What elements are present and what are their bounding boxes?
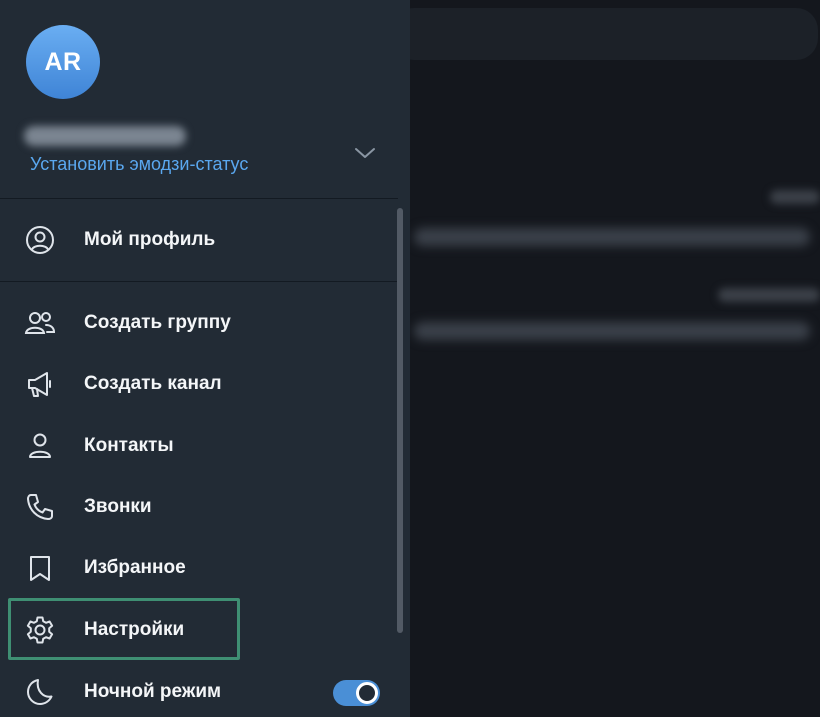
divider [0, 198, 398, 199]
chat-preview-blurred [414, 322, 810, 340]
menu-item-label: Избранное [84, 557, 186, 578]
chat-preview-blurred [770, 190, 820, 204]
megaphone-icon [24, 368, 56, 400]
divider [0, 281, 398, 282]
menu-item-label: Ночной режим [84, 681, 222, 702]
moon-icon [24, 676, 56, 708]
user-circle-icon [24, 224, 56, 256]
avatar[interactable]: AR [26, 25, 100, 99]
menu-item-create-group[interactable]: Создать группу [0, 292, 398, 354]
menu-item-label: Звонки [84, 496, 152, 517]
menu-item-my-profile[interactable]: Мой профиль [0, 209, 398, 271]
menu-item-calls[interactable]: Звонки [0, 476, 398, 538]
scrollbar[interactable] [397, 208, 403, 633]
menu-item-label: Создать канал [84, 373, 222, 394]
night-mode-toggle[interactable] [333, 680, 380, 706]
menu-item-create-channel[interactable]: Создать канал [0, 353, 398, 415]
chat-preview-blurred [718, 288, 820, 302]
side-menu-drawer: AR Установить эмодзи-статус Мой профиль [0, 0, 410, 717]
avatar-initials: AR [44, 47, 82, 76]
users-icon [24, 307, 56, 339]
toggle-knob [356, 682, 378, 704]
menu-item-contacts[interactable]: Контакты [0, 415, 398, 477]
set-emoji-status-link[interactable]: Установить эмодзи-статус [30, 154, 248, 175]
menu-item-saved[interactable]: Избранное [0, 537, 398, 599]
bookmark-icon [24, 552, 56, 584]
settings-highlight-box [8, 598, 240, 660]
user-icon [24, 430, 56, 462]
menu-item-label: Создать группу [84, 312, 231, 333]
menu-item-label: Контакты [84, 435, 174, 456]
account-name-blurred [24, 126, 186, 146]
chevron-down-icon[interactable] [354, 143, 376, 163]
chat-preview-blurred [414, 228, 810, 246]
phone-icon [24, 491, 56, 523]
menu-item-label: Мой профиль [84, 229, 216, 250]
search-bar[interactable] [392, 8, 818, 60]
chat-list-backdrop [392, 0, 820, 717]
